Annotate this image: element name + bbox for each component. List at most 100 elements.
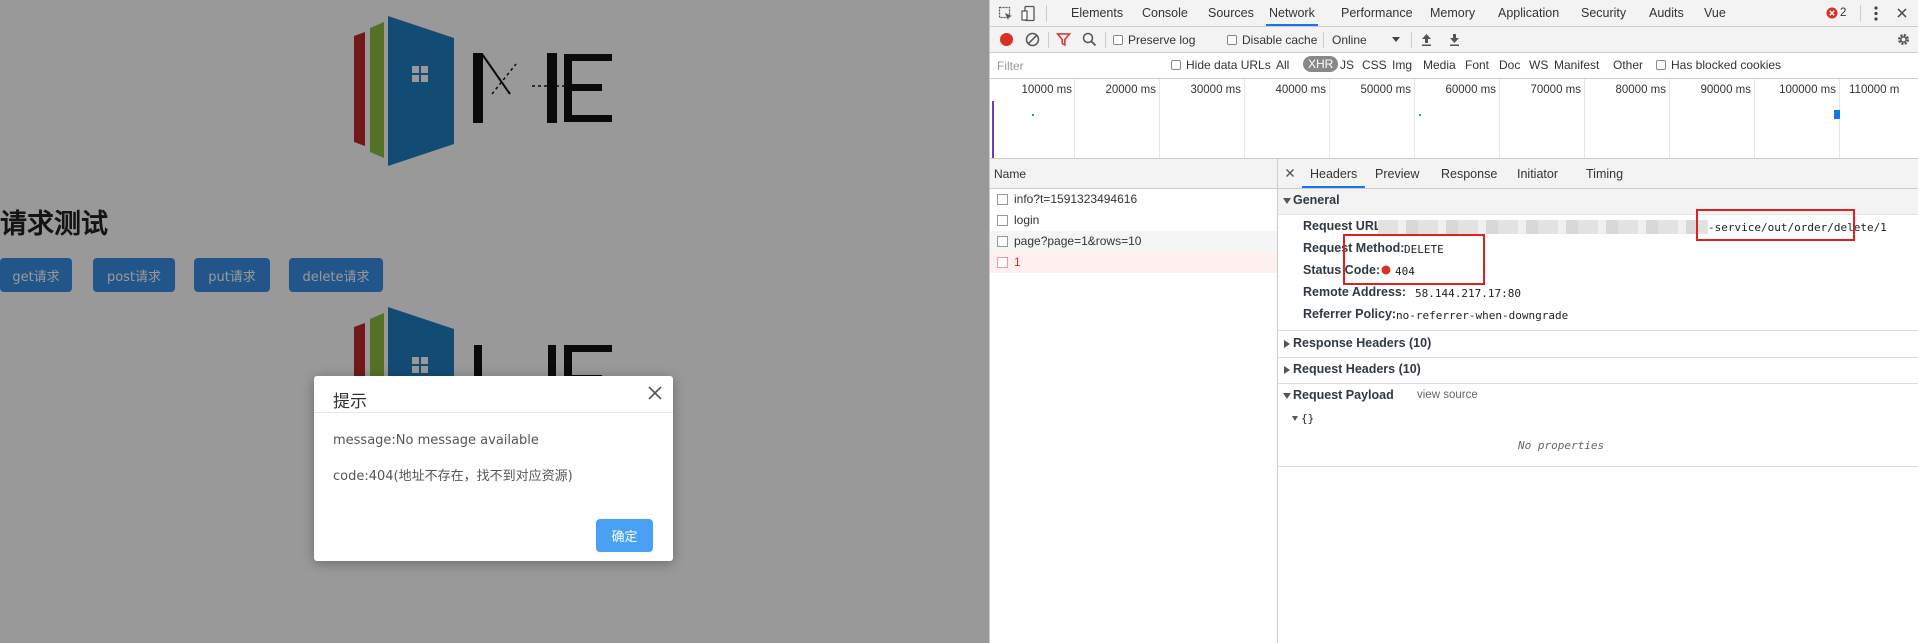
remote-address-value[interactable]: 58.144.217.17:80	[1415, 287, 1521, 300]
request-headers-section[interactable]: Request Headers (10)	[1278, 358, 1918, 383]
timeline-gridline	[1414, 79, 1415, 158]
preserve-log-label: Preserve log	[1128, 33, 1196, 47]
referrer-policy-key: Referrer Policy:	[1303, 307, 1397, 321]
timeline-gridline	[1754, 79, 1755, 158]
name-column-header[interactable]: Name	[990, 159, 1277, 189]
filter-icon[interactable]	[1056, 32, 1071, 47]
request-row[interactable]: info?t=1591323494616	[990, 189, 1277, 210]
type-filter-other[interactable]: Other	[1613, 58, 1643, 72]
has-blocked-cookies-label: Has blocked cookies	[1671, 58, 1782, 72]
tab-elements[interactable]: Elements	[1071, 0, 1123, 26]
request-list: Name info?t=1591323494616 login page?pag…	[990, 159, 1278, 643]
type-filter-doc[interactable]: Doc	[1499, 58, 1520, 72]
tab-vue[interactable]: Vue	[1704, 0, 1726, 26]
confirm-button[interactable]: 确定	[596, 519, 653, 552]
request-row-selected-error[interactable]: 1	[990, 252, 1277, 273]
type-filter-all[interactable]: All	[1276, 58, 1289, 72]
details-tabbar: Headers Preview Response Initiator Timin…	[1278, 159, 1918, 189]
request-headers-title: Request Headers (10)	[1293, 362, 1421, 376]
network-overview-timeline[interactable]: 10000 ms 20000 ms 30000 ms 40000 ms 5000…	[990, 79, 1918, 159]
file-icon	[997, 215, 1008, 226]
dialog-title: 提示	[333, 392, 367, 412]
tab-sources[interactable]: Sources	[1208, 0, 1254, 26]
type-filter-media[interactable]: Media	[1423, 58, 1456, 72]
record-icon[interactable]	[999, 32, 1014, 47]
tab-initiator[interactable]: Initiator	[1517, 159, 1558, 188]
timeline-tick: 110000 m	[1849, 84, 1900, 96]
type-filter-ws[interactable]: WS	[1529, 58, 1548, 72]
export-har-icon[interactable]	[1448, 32, 1461, 47]
timeline-tick: 80000 ms	[1615, 84, 1666, 96]
tab-headers[interactable]: Headers	[1302, 159, 1366, 188]
filter-bar: Filter Hide data URLs All XHR JS CSS Img…	[990, 53, 1918, 79]
timeline-tick: 100000 ms	[1779, 84, 1836, 96]
filter-input[interactable]: Filter	[997, 59, 1157, 73]
close-icon[interactable]	[1285, 168, 1295, 178]
blurred-url-segment	[1378, 220, 1708, 234]
tab-memory[interactable]: Memory	[1430, 0, 1475, 26]
name-column-label: Name	[994, 167, 1027, 181]
tab-security[interactable]: Security	[1581, 0, 1626, 26]
collapsed-triangle-icon	[1284, 366, 1290, 374]
type-filter-manifest[interactable]: Manifest	[1554, 58, 1599, 72]
response-headers-section[interactable]: Response Headers (10)	[1278, 332, 1918, 357]
type-filter-css[interactable]: CSS	[1362, 58, 1387, 72]
tab-response[interactable]: Response	[1441, 159, 1497, 188]
has-blocked-cookies-checkbox[interactable]	[1656, 60, 1666, 70]
import-har-icon[interactable]	[1420, 32, 1433, 47]
devtools-panel: Elements Console Sources Network Perform…	[989, 0, 1918, 643]
error-icon[interactable]	[1826, 7, 1838, 19]
request-payload-title: Request Payload	[1293, 388, 1394, 402]
request-row[interactable]: login	[990, 210, 1277, 231]
request-name: page?page=1&rows=10	[1014, 234, 1142, 248]
request-row[interactable]: page?page=1&rows=10	[990, 231, 1277, 252]
devtools-tabbar: Elements Console Sources Network Perform…	[990, 0, 1918, 27]
expanded-triangle-icon	[1283, 198, 1291, 204]
referrer-policy-value[interactable]: no-referrer-when-downgrade	[1396, 309, 1568, 322]
throttling-select[interactable]: Online	[1332, 33, 1367, 47]
disable-cache-checkbox[interactable]	[1227, 35, 1237, 45]
collapsed-triangle-icon	[1284, 340, 1290, 348]
timeline-tick: 70000 ms	[1530, 84, 1581, 96]
gear-icon[interactable]	[1896, 32, 1911, 47]
timeline-request-bar	[1419, 114, 1421, 116]
expanded-triangle-icon[interactable]	[1292, 416, 1298, 421]
type-filter-img[interactable]: Img	[1392, 58, 1412, 72]
request-payload-section[interactable]: Request Payload view source	[1278, 384, 1918, 409]
timeline-tick: 30000 ms	[1190, 84, 1241, 96]
file-icon	[997, 257, 1008, 268]
payload-object[interactable]: {}	[1301, 412, 1314, 425]
tab-audits[interactable]: Audits	[1649, 0, 1684, 26]
divider	[1278, 330, 1918, 331]
tab-performance[interactable]: Performance	[1341, 0, 1413, 26]
type-filter-font[interactable]: Font	[1465, 58, 1489, 72]
timeline-tick: 20000 ms	[1105, 84, 1156, 96]
type-filter-js[interactable]: JS	[1340, 58, 1354, 72]
more-options-icon[interactable]	[1873, 5, 1879, 22]
timeline-gridline	[1074, 79, 1075, 158]
response-headers-title: Response Headers (10)	[1293, 336, 1432, 350]
tab-preview[interactable]: Preview	[1375, 159, 1419, 188]
hide-data-urls-checkbox[interactable]	[1171, 60, 1181, 70]
device-toolbar-icon[interactable]	[1021, 5, 1037, 22]
general-title: General	[1293, 193, 1340, 207]
tab-timing[interactable]: Timing	[1586, 159, 1623, 188]
type-filter-xhr[interactable]: XHR	[1303, 56, 1339, 72]
separator	[1411, 32, 1412, 48]
search-icon[interactable]	[1082, 32, 1097, 47]
tab-network[interactable]: Network	[1266, 0, 1318, 26]
tab-application[interactable]: Application	[1498, 0, 1559, 26]
close-icon[interactable]	[643, 381, 667, 405]
clear-icon[interactable]	[1025, 32, 1040, 47]
request-name: info?t=1591323494616	[1014, 192, 1138, 206]
separator	[1860, 5, 1861, 22]
view-source-link[interactable]: view source	[1417, 389, 1478, 401]
inspect-element-icon[interactable]	[998, 6, 1014, 22]
close-devtools-icon[interactable]	[1896, 7, 1908, 19]
timeline-request-bar	[1834, 110, 1840, 119]
preserve-log-checkbox[interactable]	[1113, 35, 1123, 45]
dialog-divider	[314, 412, 673, 413]
disable-cache-label: Disable cache	[1242, 33, 1318, 47]
chevron-down-icon[interactable]	[1392, 37, 1400, 43]
tab-console[interactable]: Console	[1142, 0, 1188, 26]
